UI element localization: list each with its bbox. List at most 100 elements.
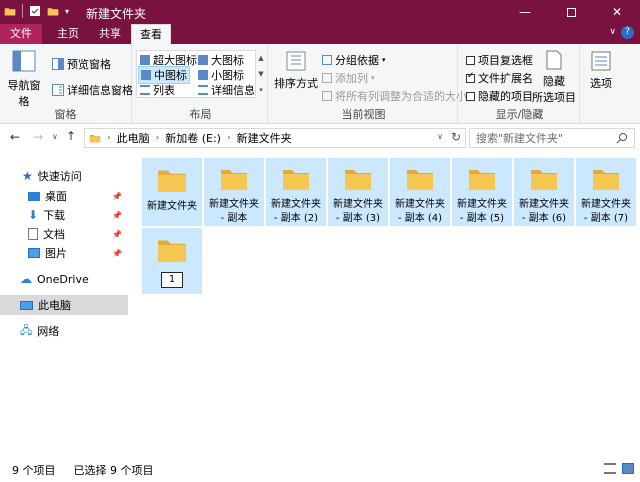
file-name: 新建文件夹 - 副本 (3)	[333, 199, 383, 224]
up-icon[interactable]: ↑	[66, 129, 76, 143]
large-icons-view-icon[interactable]	[622, 463, 634, 474]
rename-input[interactable]: 1	[161, 272, 183, 288]
close-button[interactable]: ✕	[594, 0, 640, 24]
file-item[interactable]: 新建文件夹	[142, 158, 202, 226]
pictures-icon	[28, 248, 40, 258]
ribbon-collapse-icon[interactable]: ∨	[609, 27, 616, 37]
chevron-down-icon[interactable]: ▾	[65, 7, 69, 16]
properties-icon[interactable]	[29, 5, 41, 17]
maximize-button[interactable]	[548, 0, 594, 24]
file-item[interactable]: 新建文件夹 - 副本 (2)	[266, 158, 326, 226]
address-box[interactable]: › 此电脑 › 新加卷 (E:) › 新建文件夹 ∨ ↻	[84, 128, 466, 148]
layout-gallery-scroll[interactable]: ▲ ▼ ▾	[256, 50, 266, 98]
close-icon: ✕	[611, 5, 623, 19]
folder-icon	[4, 5, 16, 17]
preview-pane-button[interactable]: 预览窗格	[52, 56, 111, 72]
pin-icon[interactable]: 📌	[112, 192, 122, 201]
minimize-button[interactable]: —	[502, 0, 548, 24]
nav-downloads[interactable]: ⬇ 下载 📌	[0, 205, 128, 225]
folder-icon	[465, 162, 499, 194]
nav-pictures[interactable]: 图片 📌	[0, 243, 128, 263]
file-name: 新建文件夹 - 副本 (7)	[581, 199, 631, 224]
file-list: 新建文件夹 新建文件夹 - 副本 新建文件夹 - 副本 (2) 新建文件夹 - 副本 …	[140, 156, 636, 456]
nav-desktop[interactable]: 桌面 📌	[0, 186, 128, 206]
chevron-down-icon: ▾	[371, 74, 375, 82]
nav-pane-button[interactable]: 导航窗格	[4, 50, 44, 109]
back-icon[interactable]: ←	[10, 130, 20, 144]
hide-selected-label-line1: 隐藏	[543, 75, 565, 88]
layout-details[interactable]: 详细信息	[198, 82, 255, 98]
refresh-icon[interactable]: ↻	[451, 130, 461, 144]
folder-icon	[589, 162, 623, 194]
folder-icon	[89, 132, 101, 144]
item-checkboxes-toggle[interactable]: 项目复选框	[466, 52, 533, 68]
nav-documents[interactable]: 文档 📌	[0, 224, 128, 244]
sort-by-button[interactable]: 排序方式	[274, 50, 318, 91]
fit-columns-icon	[322, 91, 332, 101]
toolbar-separator	[22, 4, 23, 18]
options-button[interactable]: 选项	[584, 50, 618, 91]
nav-onedrive[interactable]: ☁ OneDrive	[0, 269, 128, 289]
navigation-pane: ★ 快速访问 桌面 📌 ⬇ 下载 📌 文档 📌 图片 📌 ☁ OneDrive …	[0, 152, 128, 458]
layout-list[interactable]: 列表	[140, 82, 175, 98]
pin-icon[interactable]: 📌	[112, 249, 122, 258]
file-item[interactable]: 新建文件夹 - 副本 (5)	[452, 158, 512, 226]
file-item[interactable]: 新建文件夹 - 副本 (4)	[390, 158, 450, 226]
folder-icon	[217, 162, 251, 194]
breadcrumb-drive[interactable]: 新加卷 (E:)	[165, 130, 221, 146]
hidden-items-toggle[interactable]: 隐藏的项目	[466, 88, 533, 104]
chevron-right-icon: ›	[226, 133, 231, 143]
layout-large[interactable]: 大图标	[198, 52, 244, 68]
help-icon[interactable]: ?	[621, 26, 634, 39]
nav-quick-access[interactable]: ★ 快速访问	[0, 166, 128, 186]
ribbon: 导航窗格 预览窗格 详细信息窗格 窗格 超大图标 大图标 中图标 小图标 列表 …	[0, 44, 640, 124]
details-icon	[198, 85, 208, 95]
fit-columns-button[interactable]: 将所有列调整为合适的大小	[322, 88, 467, 104]
file-item[interactable]: 新建文件夹 - 副本 (6)	[514, 158, 574, 226]
hide-selected-button[interactable]: 隐藏 所选项目	[530, 50, 578, 105]
tab-view[interactable]: 查看	[131, 24, 171, 44]
group-by-button[interactable]: 分组依据 ▾	[322, 52, 386, 68]
hide-selected-label-line2: 所选项目	[532, 91, 576, 104]
breadcrumb-this-pc[interactable]: 此电脑	[117, 130, 150, 146]
checkbox[interactable]	[466, 71, 475, 83]
layout-small[interactable]: 小图标	[198, 67, 244, 83]
file-item[interactable]: 新建文件夹 - 副本 (3)	[328, 158, 388, 226]
nav-network[interactable]: 🖧 网络	[0, 321, 128, 341]
recent-locations-icon[interactable]: ∨	[52, 132, 58, 141]
file-name: 新建文件夹 - 副本 (6)	[519, 199, 569, 224]
details-pane-button[interactable]: 详细信息窗格	[52, 82, 133, 98]
small-icons-icon	[198, 70, 208, 80]
search-placeholder: 搜索"新建文件夹"	[476, 132, 564, 145]
selected-count: 已选择 9 个项目	[73, 464, 154, 477]
file-name: 新建文件夹	[147, 201, 197, 212]
hide-selected-icon	[546, 50, 562, 70]
computer-icon	[20, 300, 33, 310]
pin-icon[interactable]: 📌	[112, 230, 122, 239]
file-item[interactable]: 新建文件夹 - 副本 (7)	[576, 158, 636, 226]
minimize-icon: —	[519, 5, 531, 19]
search-input[interactable]: 搜索"新建文件夹"	[469, 128, 635, 148]
forward-icon[interactable]: →	[33, 130, 43, 144]
file-item[interactable]: 1	[142, 228, 202, 294]
add-column-button[interactable]: 添加列 ▾	[322, 70, 375, 86]
extra-large-icons-icon	[140, 55, 150, 65]
file-extensions-toggle[interactable]: 文件扩展名	[466, 70, 533, 86]
checkbox[interactable]	[466, 91, 475, 101]
layout-group-label: 布局	[189, 108, 212, 121]
ribbon-tabs: 文件 主页 共享 查看 ∨ ?	[0, 24, 640, 44]
medium-icons-icon	[141, 70, 151, 80]
options-icon	[591, 51, 611, 71]
tab-home[interactable]: 主页	[48, 24, 88, 44]
nav-this-pc[interactable]: 此电脑	[0, 295, 128, 315]
chevron-down-icon[interactable]: ∨	[437, 132, 443, 141]
tab-file[interactable]: 文件	[0, 24, 42, 44]
new-folder-icon[interactable]	[47, 5, 59, 17]
checkbox[interactable]	[466, 55, 475, 65]
breadcrumb-folder[interactable]: 新建文件夹	[237, 130, 292, 146]
details-pane-icon	[52, 84, 64, 96]
details-view-icon[interactable]	[604, 463, 616, 474]
pin-icon[interactable]: 📌	[112, 211, 122, 220]
tab-share[interactable]: 共享	[90, 24, 130, 44]
file-item[interactable]: 新建文件夹 - 副本	[204, 158, 264, 226]
